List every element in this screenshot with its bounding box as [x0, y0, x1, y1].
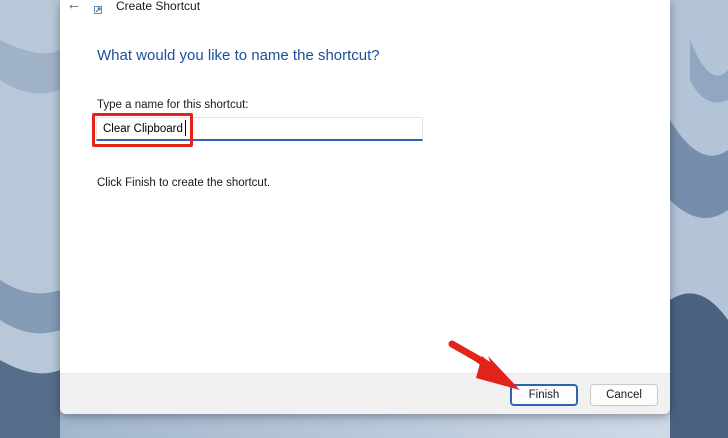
shortcut-icon: [94, 6, 102, 14]
finish-button[interactable]: Finish: [510, 384, 578, 406]
create-shortcut-dialog: ← Create Shortcut What would you like to…: [60, 0, 670, 414]
cancel-button[interactable]: Cancel: [590, 384, 658, 406]
instruction-text: Click Finish to create the shortcut.: [97, 177, 271, 189]
page-heading: What would you like to name the shortcut…: [97, 47, 380, 64]
text-caret: [185, 120, 186, 136]
back-arrow-icon[interactable]: ←: [64, 0, 84, 13]
dialog-footer: Finish Cancel: [60, 373, 670, 414]
window-title: Create Shortcut: [116, 0, 201, 13]
name-field-label: Type a name for this shortcut:: [97, 99, 249, 111]
shortcut-name-input[interactable]: [96, 117, 423, 141]
dialog-titlebar: ← Create Shortcut: [60, 0, 670, 18]
